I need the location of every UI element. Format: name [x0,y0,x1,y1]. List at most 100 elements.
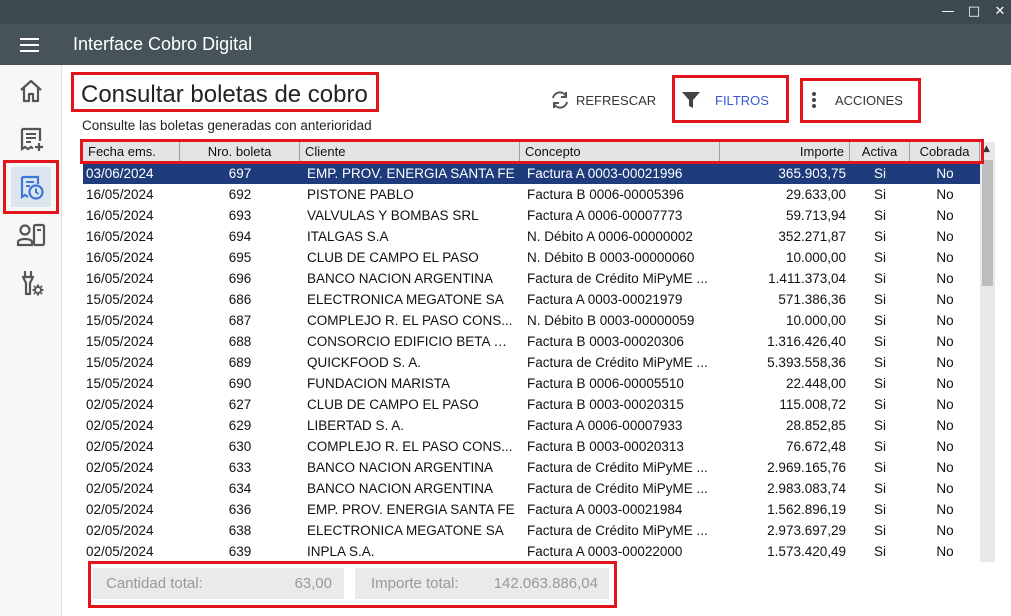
table-row[interactable]: 02/05/2024 627 CLUB DE CAMPO EL PASO Factur… [83,394,980,415]
table-row[interactable]: 02/05/2024 630 COMPLEJO R. EL PASO CONS...… [83,436,980,457]
cell-cliente: LIBERTAD S. A. [307,418,405,433]
nav-new-invoice[interactable] [11,119,51,159]
table-row[interactable]: 16/05/2024 694 ITALGAS S.A N. Débito A 0006… [83,226,980,247]
cell-fecha: 16/05/2024 [86,208,154,223]
table-row[interactable]: 02/05/2024 636 EMP. PROV. ENERGIA SANTA FE… [83,499,980,520]
cell-importe: 352.271,87 [778,229,846,244]
table-row[interactable]: 02/05/2024 638 ELECTRONICA MEGATONE SA Fact… [83,520,980,541]
table-row[interactable]: 02/05/2024 629 LIBERTAD S. A. Factura A 000… [83,415,980,436]
cell-cobrada: No [936,481,954,496]
cell-concepto: Factura de Crédito MiPyME ... [527,271,708,286]
cell-fecha: 02/05/2024 [86,439,154,454]
add-invoice-icon [20,127,43,152]
cell-cliente: VALVULAS Y BOMBAS SRL [307,208,479,223]
nav-clients[interactable] [11,215,51,255]
highlight-page-title [71,72,379,112]
table-row[interactable]: 02/05/2024 634 BANCO NACION ARGENTINA Factu… [83,478,980,499]
cell-concepto: Factura de Crédito MiPyME ... [527,355,708,370]
cell-cliente: ELECTRONICA MEGATONE SA [307,292,504,307]
nav-settings[interactable] [11,263,51,303]
cell-activa: Si [873,229,886,244]
cell-importe: 115.008,72 [779,397,846,412]
cell-cobrada: No [936,502,954,517]
cell-nro-boleta: 629 [228,418,252,433]
cell-cobrada: No [936,418,954,433]
cell-cobrada: No [936,544,954,559]
cell-cobrada: No [936,460,954,475]
cell-concepto: N. Débito B 0003-00000059 [527,313,695,328]
table-row[interactable]: 15/05/2024 688 CONSORCIO EDIFICIO BETA XXI… [83,331,980,352]
cell-activa: Si [873,187,886,202]
sort-arrow-icon[interactable]: ▲ [983,144,990,154]
cell-cobrada: No [936,229,954,244]
close-button[interactable]: ✕ [990,3,1010,21]
cell-activa: Si [873,271,886,286]
cell-concepto: Factura A 0006-00007773 [527,208,683,223]
cell-concepto: N. Débito B 0003-00000060 [527,250,695,265]
boletas-grid[interactable]: Fecha ems. Nro. boleta Cliente Concepto … [83,142,995,562]
table-row[interactable]: 16/05/2024 696 BANCO NACION ARGENTINA Factu… [83,268,980,289]
cell-activa: Si [873,208,886,223]
cell-fecha: 03/06/2024 [86,166,154,181]
cell-cliente: BANCO NACION ARGENTINA [307,481,494,496]
cell-importe: 2.973.697,29 [767,523,846,538]
cell-concepto: Factura B 0006-00005396 [527,187,684,202]
table-row[interactable]: 03/06/2024 697 EMP. PROV. ENERGIA SANTA FE… [83,163,980,184]
cell-cliente: EMP. PROV. ENERGIA SANTA FE [307,502,515,517]
cell-fecha: 02/05/2024 [86,481,154,496]
cell-fecha: 16/05/2024 [86,229,154,244]
cell-cobrada: No [936,439,954,454]
cell-importe: 10.000,00 [785,313,846,328]
nav-home[interactable] [11,71,51,111]
cell-concepto: Factura B 0003-00020313 [527,439,684,454]
cell-cobrada: No [936,355,954,370]
table-row[interactable]: 15/05/2024 687 COMPLEJO R. EL PASO CONS...… [83,310,980,331]
cell-concepto: Factura de Crédito MiPyME ... [527,481,708,496]
cell-fecha: 15/05/2024 [86,334,154,349]
page-subtitle: Consulte las boletas generadas con anter… [82,118,372,133]
cell-importe: 59.713,94 [785,208,846,223]
table-row[interactable]: 15/05/2024 689 QUICKFOOD S. A. Factura de C… [83,352,980,373]
highlight-grid-header [80,139,984,164]
cell-concepto: Factura B 0003-00020315 [527,397,684,412]
highlight-totals [88,561,617,608]
cell-cliente: COMPLEJO R. EL PASO CONS... [307,439,513,454]
table-row[interactable]: 02/05/2024 639 INPLA S.A. Factura A 0003-00… [83,541,980,562]
table-row[interactable]: 02/05/2024 633 BANCO NACION ARGENTINA Factu… [83,457,980,478]
cell-cliente: PISTONE PABLO [307,187,414,202]
cell-cliente: CLUB DE CAMPO EL PASO [307,397,479,412]
cell-fecha: 15/05/2024 [86,313,154,328]
cell-cobrada: No [936,397,954,412]
cell-importe: 2.969.165,76 [767,460,846,475]
cell-fecha: 16/05/2024 [86,271,154,286]
table-row[interactable]: 16/05/2024 693 VALVULAS Y BOMBAS SRL Factur… [83,205,980,226]
cell-cliente: BANCO NACION ARGENTINA [307,460,494,475]
cell-cliente: ELECTRONICA MEGATONE SA [307,523,504,538]
hamburger-menu-icon[interactable] [20,38,39,52]
scrollbar-thumb[interactable] [982,160,993,286]
table-row[interactable]: 15/05/2024 690 FUNDACION MARISTA Factura B … [83,373,980,394]
highlight-filters [672,75,789,123]
refresh-label: REFRESCAR [576,92,657,108]
cell-importe: 22.448,00 [785,376,846,391]
cell-importe: 1.316.426,40 [767,334,846,349]
table-row[interactable]: 16/05/2024 695 CLUB DE CAMPO EL PASO N. Déb… [83,247,980,268]
table-row[interactable]: 15/05/2024 686 ELECTRONICA MEGATONE SA Fact… [83,289,980,310]
maximize-button[interactable]: □ [964,3,984,21]
refresh-icon [552,91,568,109]
table-row[interactable]: 16/05/2024 692 PISTONE PABLO Factura B 0006… [83,184,980,205]
highlight-nav-active [3,160,59,214]
cell-importe: 1.411.373,04 [768,271,846,286]
cell-importe: 1.573.420,49 [767,544,846,559]
minimize-button[interactable]: — [938,3,958,21]
cell-importe: 76.672,48 [785,439,846,454]
cell-activa: Si [873,544,886,559]
cell-cobrada: No [936,166,954,181]
grid-scrollbar[interactable]: ▲ [980,142,995,562]
cell-activa: Si [873,523,886,538]
cell-cobrada: No [936,334,954,349]
cell-activa: Si [873,355,886,370]
refresh-button[interactable]: REFRESCAR [549,85,656,115]
cell-cobrada: No [936,271,954,286]
cell-importe: 1.562.896,19 [767,502,846,517]
